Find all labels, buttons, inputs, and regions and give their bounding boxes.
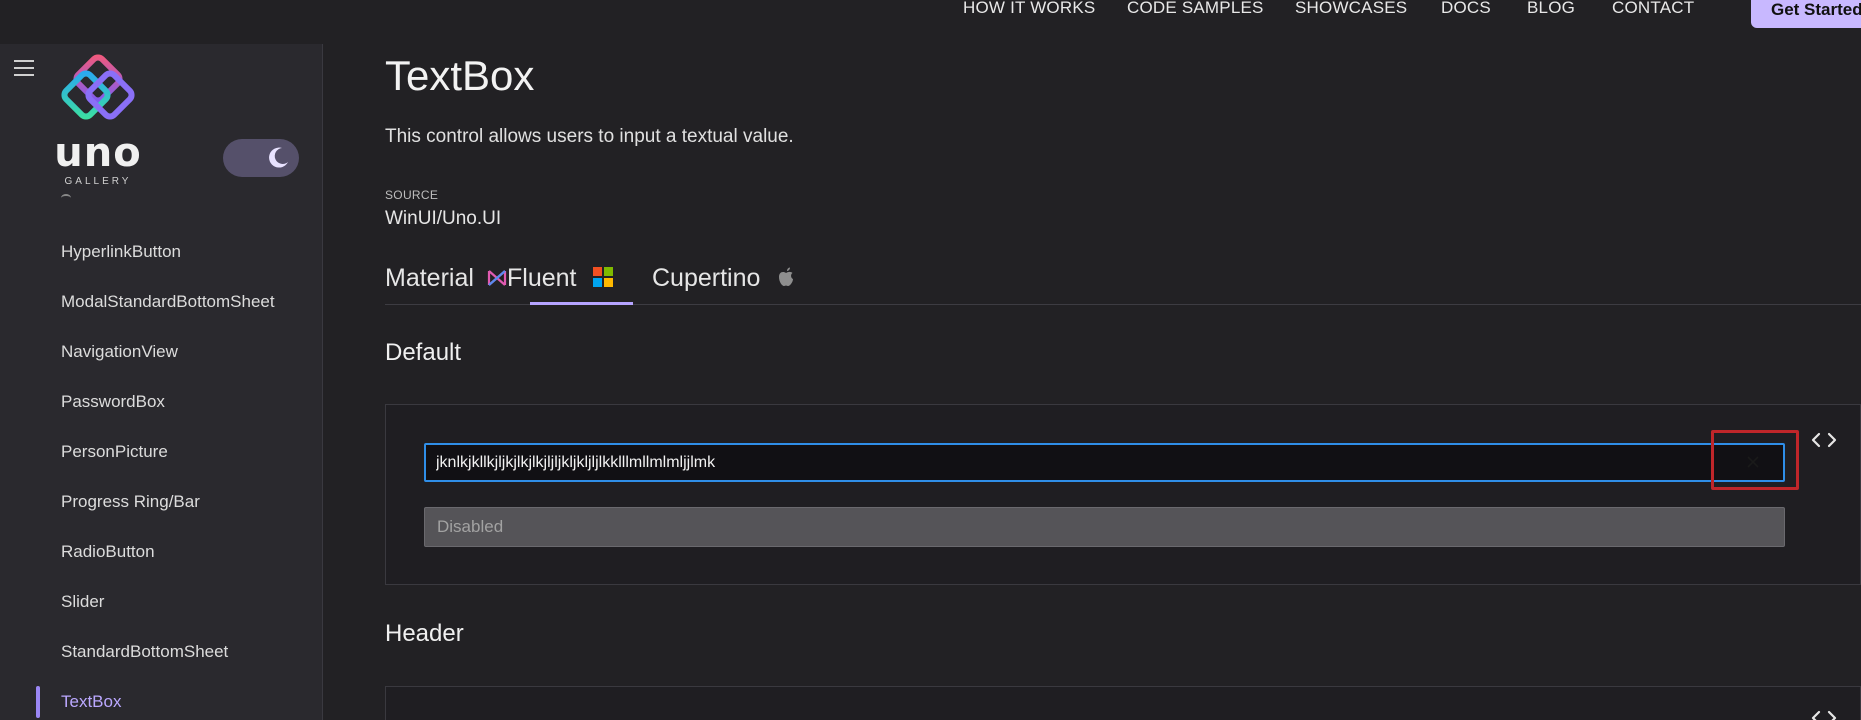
logo-subtitle: GALLERY bbox=[64, 176, 132, 187]
sidebar-item-standardbottomsheet[interactable]: StandardBottomSheet bbox=[61, 642, 228, 662]
sidebar-item-textbox[interactable]: TextBox bbox=[61, 692, 121, 712]
source-label: SOURCE bbox=[385, 188, 439, 202]
sidebar-item-slider[interactable]: Slider bbox=[61, 592, 104, 612]
tab-cupertino-label: Cupertino bbox=[652, 264, 761, 292]
section-heading-default: Default bbox=[385, 339, 462, 366]
logo-wordmark: uno bbox=[54, 130, 142, 176]
get-started-button[interactable]: Get Started bbox=[1751, 0, 1861, 28]
apple-icon bbox=[779, 267, 794, 286]
sidebar-item-progress-ring-bar[interactable]: Progress Ring/Bar bbox=[61, 492, 200, 512]
material-icon bbox=[487, 270, 506, 286]
source-value: WinUI/Uno.UI bbox=[385, 208, 502, 229]
textbox-default[interactable] bbox=[424, 443, 1785, 482]
tab-material[interactable]: Material bbox=[385, 264, 507, 293]
code-icon[interactable] bbox=[1810, 709, 1838, 720]
sidebar-item-radiobutton[interactable]: RadioButton bbox=[61, 542, 155, 562]
close-icon[interactable] bbox=[1738, 447, 1768, 477]
textbox-disabled bbox=[424, 507, 1785, 547]
header-sample-card bbox=[385, 686, 1861, 720]
uno-logo: uno GALLERY bbox=[48, 52, 148, 187]
main-content: TextBox This control allows users to inp… bbox=[324, 44, 1861, 720]
top-bar: HOW IT WORKS CODE SAMPLES SHOWCASES DOCS… bbox=[0, 0, 1861, 44]
active-indicator bbox=[36, 686, 40, 718]
textbox-disabled-input bbox=[437, 508, 1737, 546]
tab-fluent[interactable]: Fluent bbox=[507, 264, 614, 293]
sidebar: uno GALLERY HyperlinkButton ModalStandar… bbox=[0, 44, 323, 720]
nav-how-it-works[interactable]: HOW IT WORKS bbox=[963, 0, 1095, 18]
code-icon[interactable] bbox=[1810, 431, 1838, 449]
windows-icon bbox=[593, 267, 614, 287]
design-tabs: Material Fluent Cupertino bbox=[385, 264, 1861, 305]
tab-cupertino[interactable]: Cupertino bbox=[652, 264, 795, 293]
nav-blog[interactable]: BLOG bbox=[1527, 0, 1575, 18]
sidebar-item-hyperlinkbutton[interactable]: HyperlinkButton bbox=[61, 242, 181, 262]
nav-code-samples[interactable]: CODE SAMPLES bbox=[1127, 0, 1264, 18]
nav-showcases[interactable]: SHOWCASES bbox=[1295, 0, 1407, 18]
hamburger-menu-icon[interactable] bbox=[14, 60, 34, 76]
moon-icon bbox=[269, 147, 288, 168]
sidebar-item-personpicture[interactable]: PersonPicture bbox=[61, 442, 168, 462]
default-sample-card bbox=[385, 404, 1861, 585]
page-title: TextBox bbox=[385, 52, 535, 99]
active-tab-underline bbox=[530, 302, 633, 305]
nav-contact[interactable]: CONTACT bbox=[1612, 0, 1694, 18]
sidebar-item-navigationview[interactable]: NavigationView bbox=[61, 342, 178, 362]
textbox-default-input[interactable] bbox=[436, 445, 1686, 480]
uno-logo-mark-icon bbox=[61, 54, 135, 120]
theme-toggle[interactable] bbox=[223, 139, 299, 177]
tab-fluent-label: Fluent bbox=[507, 264, 577, 292]
clipped-item bbox=[61, 194, 71, 202]
page-description: This control allows users to input a tex… bbox=[385, 126, 794, 147]
sidebar-item-passwordbox[interactable]: PasswordBox bbox=[61, 392, 165, 412]
top-nav: HOW IT WORKS CODE SAMPLES SHOWCASES DOCS… bbox=[0, 0, 1861, 44]
nav-docs[interactable]: DOCS bbox=[1441, 0, 1491, 18]
section-heading-header: Header bbox=[385, 620, 464, 647]
sidebar-item-modalstandardbottomsheet[interactable]: ModalStandardBottomSheet bbox=[61, 292, 275, 312]
tab-material-label: Material bbox=[385, 264, 474, 292]
